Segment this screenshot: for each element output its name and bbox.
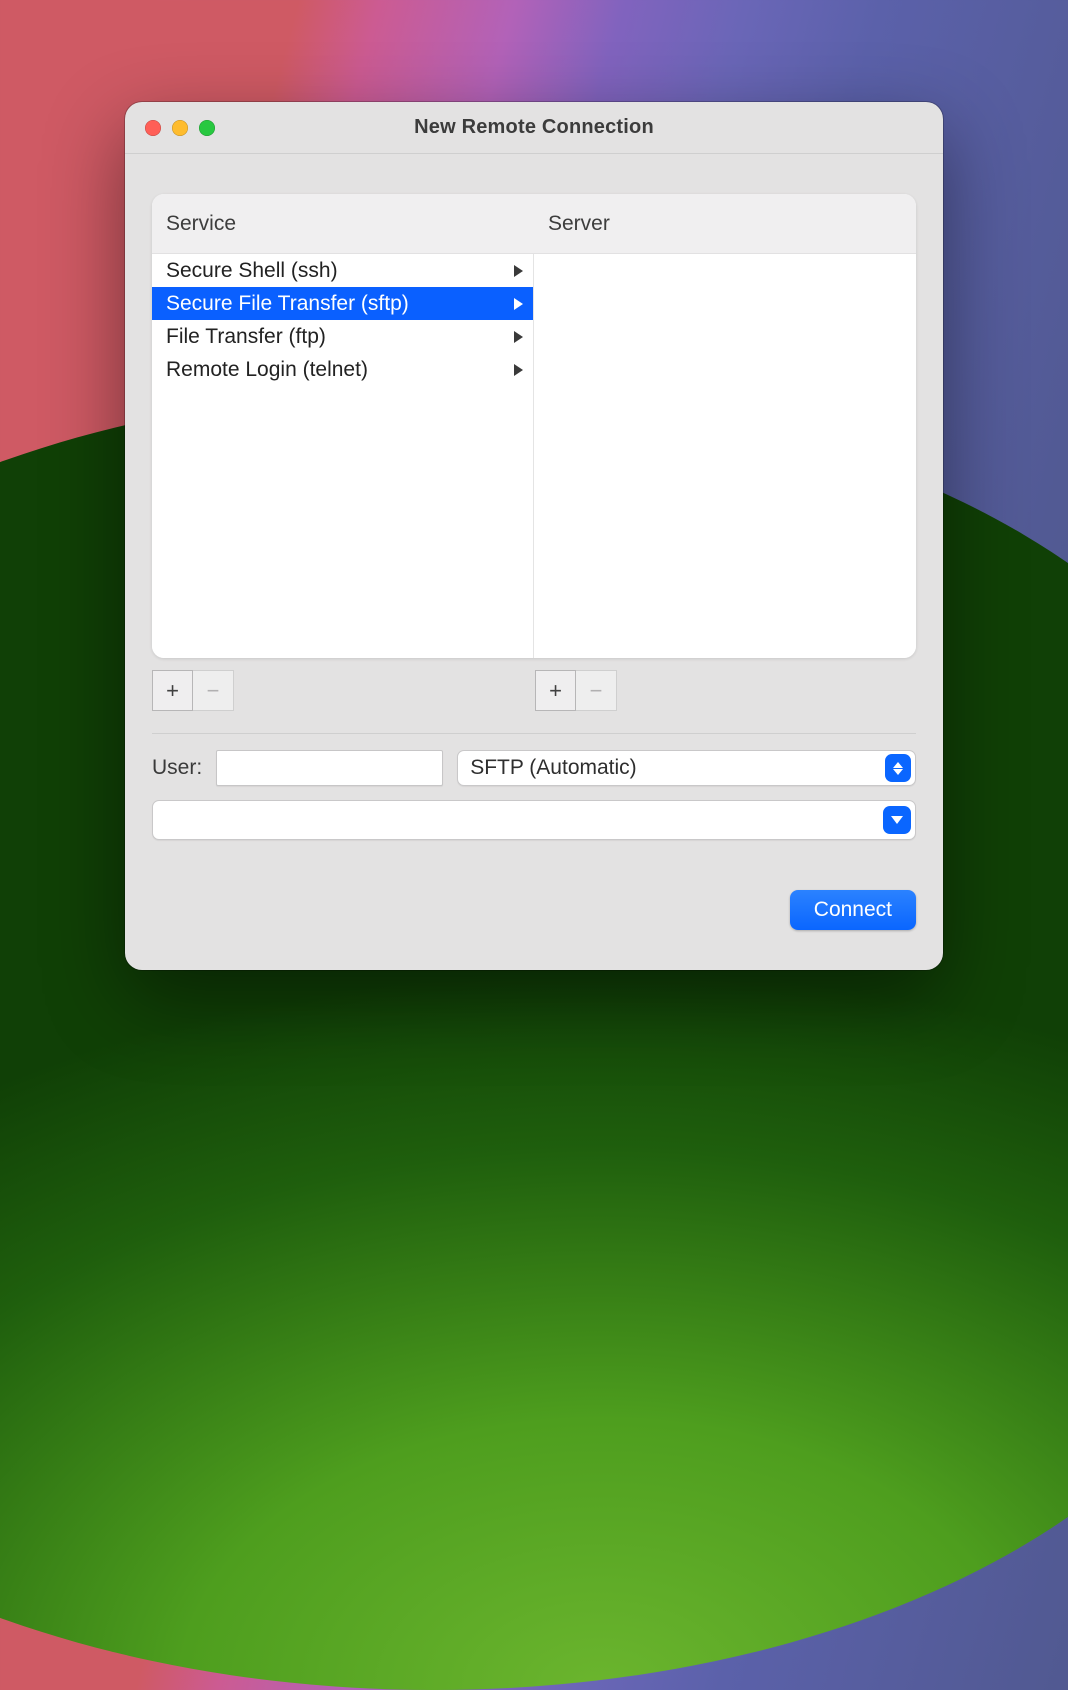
divider (152, 733, 916, 734)
chevron-right-icon (514, 265, 523, 277)
service-list[interactable]: Secure Shell (ssh) Secure File Transfer … (152, 254, 534, 658)
close-icon[interactable] (145, 120, 161, 136)
service-add-remove: + − (152, 670, 534, 711)
remove-service-button[interactable]: − (193, 670, 234, 711)
add-service-button[interactable]: + (152, 670, 193, 711)
chevron-right-icon (514, 331, 523, 343)
service-item-ftp[interactable]: File Transfer (ftp) (152, 320, 533, 353)
connect-button[interactable]: Connect (790, 890, 916, 930)
remove-server-button[interactable]: − (576, 670, 617, 711)
service-server-panel: Service Server Secure Shell (ssh) Secure… (152, 194, 916, 658)
service-item-label: Secure File Transfer (sftp) (166, 292, 409, 316)
connect-button-label: Connect (814, 898, 892, 922)
chevron-right-icon (514, 364, 523, 376)
server-list[interactable] (534, 254, 916, 658)
user-field[interactable] (216, 750, 443, 786)
minus-icon: − (590, 678, 603, 704)
zoom-icon[interactable] (199, 120, 215, 136)
minus-icon: − (207, 678, 220, 704)
service-item-label: File Transfer (ftp) (166, 325, 326, 349)
service-item-label: Remote Login (telnet) (166, 358, 368, 382)
minimize-icon[interactable] (172, 120, 188, 136)
service-item-ssh[interactable]: Secure Shell (ssh) (152, 254, 533, 287)
protocol-select-label: SFTP (Automatic) (470, 756, 636, 780)
service-item-sftp[interactable]: Secure File Transfer (sftp) (152, 287, 533, 320)
titlebar: New Remote Connection (125, 102, 943, 154)
service-item-telnet[interactable]: Remote Login (telnet) (152, 353, 533, 386)
chevron-down-icon[interactable] (883, 806, 911, 834)
service-header: Service (152, 212, 534, 236)
protocol-select[interactable]: SFTP (Automatic) (457, 750, 916, 786)
updown-icon (885, 754, 911, 782)
new-remote-connection-window: New Remote Connection Service Server Sec… (125, 102, 943, 970)
server-header: Server (534, 212, 916, 236)
panel-headers: Service Server (152, 194, 916, 254)
user-label: User: (152, 756, 202, 780)
traffic-lights (145, 120, 215, 136)
add-server-button[interactable]: + (535, 670, 576, 711)
window-title: New Remote Connection (125, 116, 943, 139)
command-combo[interactable] (152, 800, 916, 840)
chevron-right-icon (514, 298, 523, 310)
plus-icon: + (166, 678, 179, 704)
server-add-remove: + − (534, 670, 617, 711)
service-item-label: Secure Shell (ssh) (166, 259, 338, 283)
plus-icon: + (549, 678, 562, 704)
